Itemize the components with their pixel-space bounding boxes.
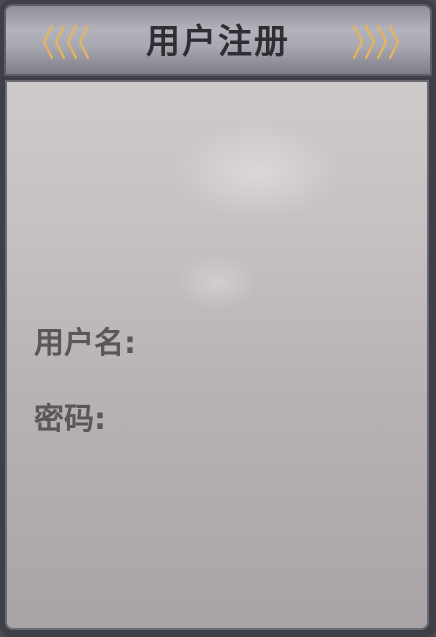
password-label: 密码:: [34, 402, 106, 437]
chevrons-right-icon: [352, 24, 400, 60]
panel-header: 用户注册: [4, 4, 432, 76]
username-label: 用户名:: [34, 326, 136, 361]
registration-panel: 用户注册 用户名: 密码:: [0, 0, 436, 637]
